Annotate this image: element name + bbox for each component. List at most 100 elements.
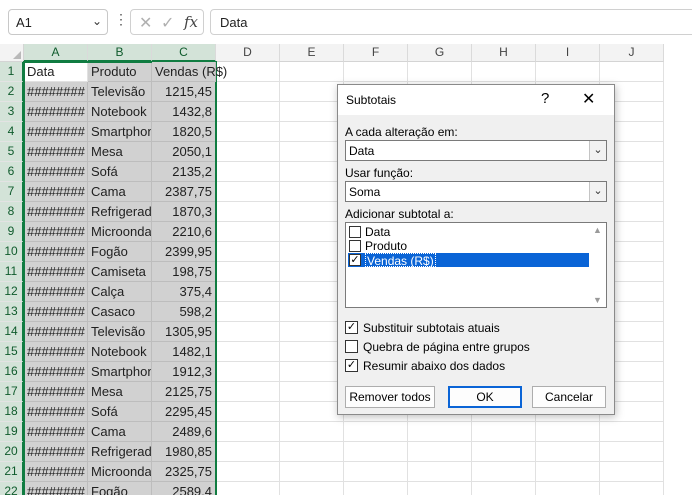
cell-c6[interactable]: 2135,2	[152, 162, 216, 182]
empty-cell[interactable]	[600, 62, 664, 82]
cell-b17[interactable]: Mesa	[88, 382, 152, 402]
empty-cell[interactable]	[344, 62, 408, 82]
row-header[interactable]: 16	[0, 362, 24, 382]
empty-cell[interactable]	[344, 482, 408, 495]
cell-b10[interactable]: Fogão	[88, 242, 152, 262]
empty-cell[interactable]	[216, 142, 280, 162]
row-header[interactable]: 21	[0, 462, 24, 482]
cell-a11[interactable]: ########	[24, 262, 88, 282]
cell-b13[interactable]: Casaco	[88, 302, 152, 322]
empty-cell[interactable]	[408, 422, 472, 442]
cell-a22[interactable]: ########	[24, 482, 88, 495]
list-item-vendas[interactable]: ✓ Vendas (R$)	[348, 253, 590, 268]
row-header[interactable]: 22	[0, 482, 24, 495]
checkbox[interactable]: ✓	[345, 321, 358, 334]
empty-cell[interactable]	[216, 202, 280, 222]
cell-b4[interactable]: Smartphone	[88, 122, 152, 142]
cell-a20[interactable]: ########	[24, 442, 88, 462]
add-subtotal-list[interactable]: Data Produto ✓ Vendas (R$) ▲ ▼	[345, 222, 607, 308]
empty-cell[interactable]	[472, 422, 536, 442]
empty-cell[interactable]	[280, 102, 344, 122]
cell-b12[interactable]: Calça	[88, 282, 152, 302]
row-header[interactable]: 19	[0, 422, 24, 442]
checkbox[interactable]: ✓	[345, 359, 358, 372]
cell-c17[interactable]: 2125,75	[152, 382, 216, 402]
empty-cell[interactable]	[216, 322, 280, 342]
cell-b1[interactable]: Produto	[88, 62, 152, 82]
cell-c22[interactable]: 2589,4	[152, 482, 216, 495]
insert-function-icon[interactable]: fx	[184, 13, 198, 31]
cell-b2[interactable]: Televisão	[88, 82, 152, 102]
cell-b5[interactable]: Mesa	[88, 142, 152, 162]
replace-subtotals-option[interactable]: ✓ Substituir subtotais atuais	[345, 321, 545, 335]
cell-b7[interactable]: Cama	[88, 182, 152, 202]
empty-cell[interactable]	[216, 482, 280, 495]
cell-b11[interactable]: Camiseta	[88, 262, 152, 282]
empty-cell[interactable]	[536, 482, 600, 495]
cell-c9[interactable]: 2210,6	[152, 222, 216, 242]
empty-cell[interactable]	[280, 362, 344, 382]
cell-a6[interactable]: ########	[24, 162, 88, 182]
cell-c16[interactable]: 1912,3	[152, 362, 216, 382]
empty-cell[interactable]	[216, 242, 280, 262]
cell-a2[interactable]: ########	[24, 82, 88, 102]
empty-cell[interactable]	[344, 422, 408, 442]
row-header[interactable]: 12	[0, 282, 24, 302]
page-break-option[interactable]: Quebra de página entre grupos	[345, 340, 565, 354]
empty-cell[interactable]	[216, 442, 280, 462]
cell-b22[interactable]: Fogão	[88, 482, 152, 495]
cell-a1[interactable]: Data	[24, 62, 88, 82]
empty-cell[interactable]	[280, 242, 344, 262]
empty-cell[interactable]	[536, 442, 600, 462]
empty-cell[interactable]	[216, 182, 280, 202]
cell-c10[interactable]: 2399,95	[152, 242, 216, 262]
cell-a12[interactable]: ########	[24, 282, 88, 302]
column-header-e[interactable]: E	[280, 44, 344, 62]
empty-cell[interactable]	[280, 122, 344, 142]
empty-cell[interactable]	[216, 462, 280, 482]
empty-cell[interactable]	[280, 462, 344, 482]
column-header-f[interactable]: F	[344, 44, 408, 62]
cell-b18[interactable]: Sofá	[88, 402, 152, 422]
cell-c18[interactable]: 2295,45	[152, 402, 216, 422]
cancel-entry-icon[interactable]: ✕	[139, 13, 152, 33]
column-header-i[interactable]: I	[536, 44, 600, 62]
cell-a18[interactable]: ########	[24, 402, 88, 422]
list-item-produto[interactable]: Produto	[348, 239, 590, 253]
cell-b15[interactable]: Notebook	[88, 342, 152, 362]
cell-a13[interactable]: ########	[24, 302, 88, 322]
cell-a3[interactable]: ########	[24, 102, 88, 122]
cell-b8[interactable]: Refrigerador	[88, 202, 152, 222]
use-function-select[interactable]: Soma ⌄	[345, 181, 607, 202]
cell-c11[interactable]: 198,75	[152, 262, 216, 282]
chevron-down-icon[interactable]: ⌄	[589, 182, 606, 201]
checkbox[interactable]: ✓	[349, 254, 361, 266]
empty-cell[interactable]	[280, 62, 344, 82]
empty-cell[interactable]	[280, 182, 344, 202]
row-header[interactable]: 17	[0, 382, 24, 402]
empty-cell[interactable]	[280, 162, 344, 182]
empty-cell[interactable]	[280, 382, 344, 402]
row-header[interactable]: 6	[0, 162, 24, 182]
row-header[interactable]: 3	[0, 102, 24, 122]
empty-cell[interactable]	[280, 282, 344, 302]
empty-cell[interactable]	[472, 482, 536, 495]
row-header[interactable]: 14	[0, 322, 24, 342]
checkbox[interactable]	[349, 226, 361, 238]
empty-cell[interactable]	[280, 222, 344, 242]
column-header-g[interactable]: G	[408, 44, 472, 62]
cell-c5[interactable]: 2050,1	[152, 142, 216, 162]
row-header[interactable]: 4	[0, 122, 24, 142]
empty-cell[interactable]	[216, 342, 280, 362]
empty-cell[interactable]	[600, 462, 664, 482]
row-header[interactable]: 9	[0, 222, 24, 242]
empty-cell[interactable]	[280, 82, 344, 102]
list-scrollbar[interactable]: ▲ ▼	[589, 223, 606, 307]
empty-cell[interactable]	[280, 402, 344, 422]
cell-a5[interactable]: ########	[24, 142, 88, 162]
name-box[interactable]: A1 ⌄	[8, 9, 108, 35]
empty-cell[interactable]	[216, 402, 280, 422]
chevron-down-icon[interactable]: ⌄	[589, 141, 606, 160]
more-options-icon[interactable]: ⋮	[114, 12, 128, 26]
cell-b6[interactable]: Sofá	[88, 162, 152, 182]
